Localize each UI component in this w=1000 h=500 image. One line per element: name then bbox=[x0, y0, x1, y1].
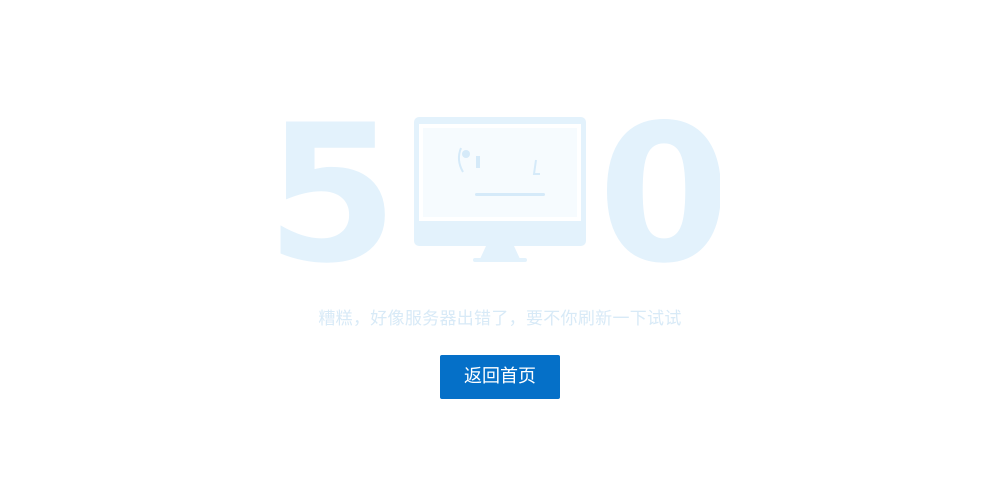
error-digit-5: 5 bbox=[280, 110, 398, 270]
monitor-icon bbox=[414, 117, 586, 262]
error-500-illustration: 5 0 bbox=[280, 110, 720, 270]
error-digit-0: 0 bbox=[598, 110, 720, 270]
error-page: 5 0 糟糕，好像服务器出错了，要不你刷新一下试试 返回首页 bbox=[0, 0, 1000, 500]
error-message: 糟糕，好像服务器出错了，要不你刷新一下试试 bbox=[318, 309, 682, 329]
back-to-home-button[interactable]: 返回首页 bbox=[440, 355, 560, 399]
